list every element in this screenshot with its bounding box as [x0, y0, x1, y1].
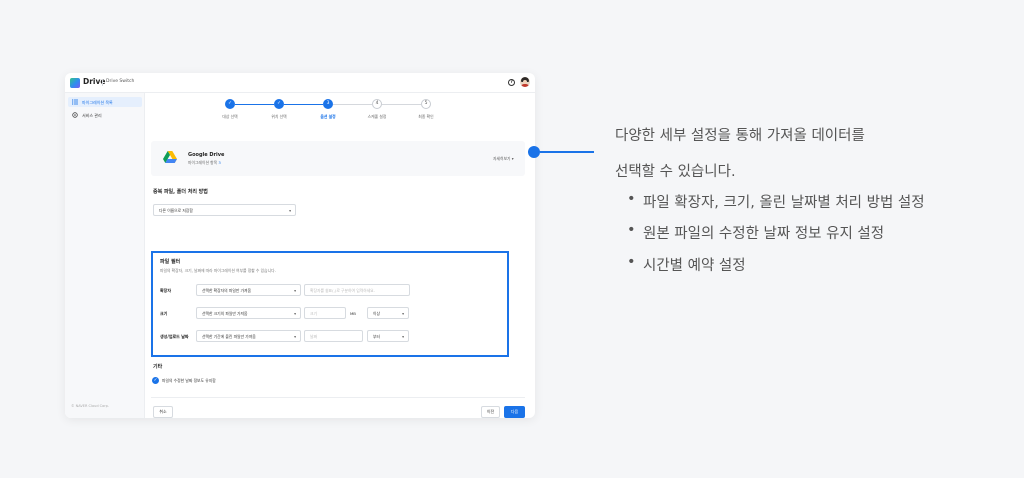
user-avatar[interactable]: [520, 77, 530, 87]
settings-icon: [72, 112, 78, 118]
size-select[interactable]: 선택한 크기의 파일만 가져옴 ▾: [196, 307, 301, 319]
callout-line-2: 선택할 수 있습니다.: [615, 164, 736, 180]
file-filter-panel: 파일 필터 파일의 확장자, 크기, 날짜에 따라 마이그레이션 여부를 정할 …: [151, 251, 509, 357]
google-drive-icon: [163, 151, 177, 163]
size-unit: MB: [350, 311, 356, 316]
footer-divider: [151, 397, 525, 398]
filter-title: 파일 필터: [160, 259, 181, 265]
duplicate-select[interactable]: 다른 이름으로 저장함 ▾: [153, 204, 296, 216]
date-input[interactable]: 날짜: [304, 330, 363, 342]
step-connector: [333, 104, 372, 105]
step-3-indicator: 3: [323, 99, 333, 109]
keep-modified-date-checkbox[interactable]: ✓: [152, 377, 159, 384]
step-2-check-icon: ✓: [274, 99, 284, 109]
sidebar-item-label: 서비스 관리: [82, 112, 102, 118]
keep-modified-date-label: 파일의 수정한 날짜 정보도 유지함: [162, 378, 216, 383]
step-label: 위치 선택: [271, 114, 287, 119]
next-button[interactable]: 다음: [504, 406, 525, 418]
sidebar-item-label: 마이그레이션 목록: [82, 99, 113, 105]
step-connector: [284, 104, 323, 105]
cancel-button[interactable]: 취소: [153, 406, 173, 418]
callout-connector-dot: [528, 146, 540, 158]
source-name: Google Drive: [188, 152, 225, 158]
size-input[interactable]: 크기: [304, 307, 346, 319]
source-detail-toggle[interactable]: 자세히보기 ▾: [493, 156, 514, 162]
sidebar-item-migration-list[interactable]: 마이그레이션 목록: [68, 97, 142, 107]
title-bar: Drive Drive Switch ?: [65, 73, 535, 93]
step-label: 스케줄 설정: [367, 114, 387, 119]
chevron-down-icon: ▾: [402, 333, 404, 339]
extension-select[interactable]: 선택한 확장자의 파일만 가져옴 ▾: [196, 284, 301, 296]
chevron-down-icon: ▾: [294, 287, 296, 293]
prev-button[interactable]: 이전: [481, 406, 500, 418]
step-label: 옵션 설정: [320, 114, 336, 119]
chevron-down-icon: ▾: [402, 310, 404, 316]
sidebar-item-service-management[interactable]: 서비스 관리: [68, 110, 142, 120]
filter-description: 파일의 확장자, 크기, 날짜에 따라 마이그레이션 여부를 정할 수 있습니다…: [160, 268, 276, 273]
step-connector: [235, 104, 274, 105]
extension-label: 확장자: [160, 288, 172, 293]
source-card: Google Drive 마이그레이션 항목 3 자세히보기 ▾: [151, 141, 525, 176]
chevron-down-icon: ▾: [294, 333, 296, 339]
duplicate-section-title: 중복 파일, 폴더 처리 방법: [153, 189, 208, 195]
step-1-check-icon: ✓: [225, 99, 235, 109]
extension-input[interactable]: 확장자를 쉼표(,)로 구분하여 입력하세요.: [304, 284, 410, 296]
step-label: 대상 선택: [222, 114, 238, 119]
date-condition-select[interactable]: 부터 ▾: [367, 330, 409, 342]
drive-logo-icon: [70, 78, 80, 88]
chevron-down-icon: ▾: [289, 207, 291, 213]
source-summary: 마이그레이션 항목 3: [188, 160, 221, 165]
brand-divider: [102, 79, 103, 86]
date-label: 생성/업로드 날짜: [160, 334, 189, 339]
app-window: Drive Drive Switch ? 마이그레이션 목록 서비스 관리 © …: [65, 73, 535, 418]
sidebar: 마이그레이션 목록 서비스 관리 © NAVER Cloud Corp.: [65, 93, 145, 418]
list-icon: [72, 99, 78, 105]
chevron-down-icon: ▾: [294, 310, 296, 316]
etc-section-title: 기타: [153, 364, 163, 370]
chevron-down-icon: ▾: [511, 156, 514, 161]
main-content: ✓ ✓ 3 4 5 대상 선택 위치 선택 옵션 설정 스케줄 설정 최종 확인…: [145, 93, 535, 418]
size-label: 크기: [160, 311, 168, 316]
footer-copyright: © NAVER Cloud Corp.: [71, 404, 110, 408]
brand-subtitle: Drive Switch: [106, 79, 135, 84]
callout-connector-line: [540, 151, 594, 153]
date-select[interactable]: 선택한 기간에 올린 파일만 가져옴 ▾: [196, 330, 301, 342]
help-icon[interactable]: ?: [508, 79, 515, 86]
step-4-indicator: 4: [372, 99, 382, 109]
size-condition-select[interactable]: 이상 ▾: [367, 307, 409, 319]
callout-line-1: 다양한 세부 설정을 통해 가져올 데이터를: [615, 128, 865, 144]
step-5-indicator: 5: [421, 99, 431, 109]
step-label: 최종 확인: [418, 114, 434, 119]
step-connector: [382, 104, 421, 105]
